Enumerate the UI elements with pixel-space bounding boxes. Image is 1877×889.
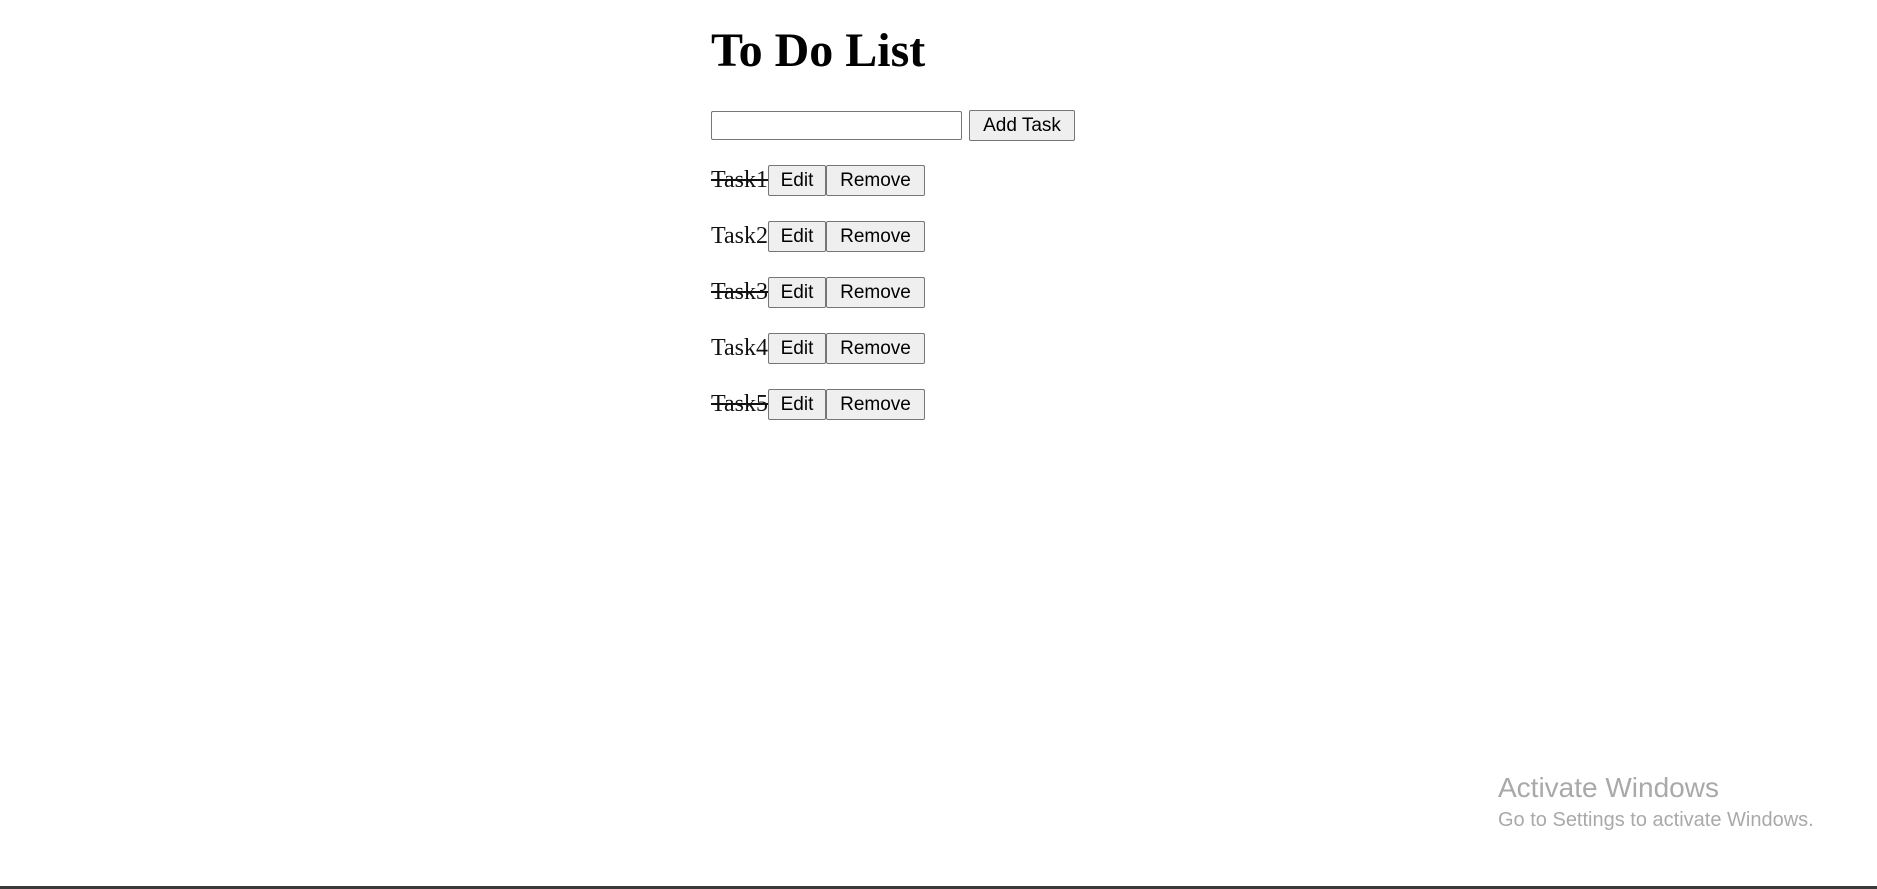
- remove-button[interactable]: Remove: [825, 165, 925, 196]
- task-item: Task3 Edit Remove: [711, 277, 925, 308]
- add-task-button[interactable]: Add Task: [969, 110, 1075, 141]
- task-item: Task5 Edit Remove: [711, 389, 925, 420]
- watermark-title: Activate Windows: [1498, 772, 1719, 803]
- task-text[interactable]: Task3: [711, 277, 768, 308]
- page-title: To Do List: [711, 24, 926, 77]
- edit-button[interactable]: Edit: [767, 277, 826, 308]
- task-text[interactable]: Task5: [711, 389, 768, 420]
- task-text[interactable]: Task4: [711, 333, 768, 364]
- edit-button[interactable]: Edit: [767, 165, 826, 196]
- remove-button[interactable]: Remove: [825, 277, 925, 308]
- task-item: Task4 Edit Remove: [711, 333, 925, 364]
- edit-button[interactable]: Edit: [767, 389, 826, 420]
- task-text[interactable]: Task1: [711, 165, 768, 196]
- edit-button[interactable]: Edit: [767, 221, 826, 252]
- add-task-form: Add Task: [711, 110, 1075, 141]
- task-list: Task1 Edit Remove Task2 Edit Remove Task…: [711, 165, 925, 445]
- remove-button[interactable]: Remove: [825, 389, 925, 420]
- activate-windows-watermark: Activate Windows Go to Settings to activ…: [1498, 771, 1814, 833]
- edit-button[interactable]: Edit: [767, 333, 826, 364]
- task-text[interactable]: Task2: [711, 221, 768, 252]
- task-item: Task1 Edit Remove: [711, 165, 925, 196]
- remove-button[interactable]: Remove: [825, 333, 925, 364]
- task-input[interactable]: [711, 111, 962, 140]
- task-item: Task2 Edit Remove: [711, 221, 925, 252]
- watermark-subtitle: Go to Settings to activate Windows.: [1498, 809, 1814, 831]
- remove-button[interactable]: Remove: [825, 221, 925, 252]
